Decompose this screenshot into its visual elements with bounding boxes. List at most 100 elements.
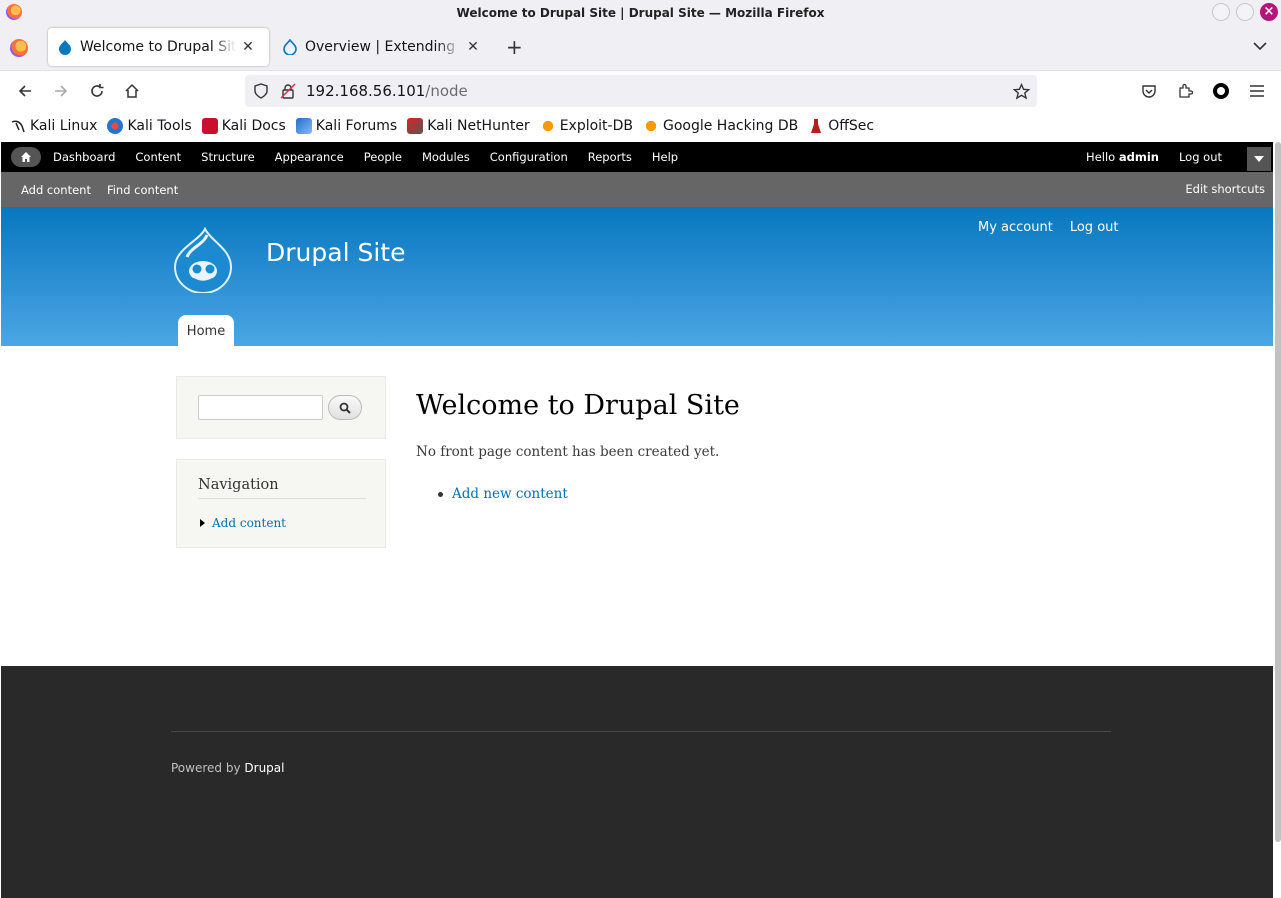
admin-menu-dashboard[interactable]: Dashboard: [53, 150, 115, 164]
url-bar[interactable]: 192.168.56.101/node: [245, 75, 1037, 107]
tab-label: Welcome to Drupal Site | Drupal Site: [80, 39, 236, 55]
bookmark-kali-docs[interactable]: Kali Docs: [201, 118, 286, 134]
bookmark-label: Kali NetHunter: [427, 118, 530, 134]
navigation-divider: [198, 498, 366, 499]
bookmark-kali-nethunter[interactable]: Kali NetHunter: [407, 118, 530, 134]
admin-menu-appearance[interactable]: Appearance: [275, 150, 344, 164]
offsec-icon: [811, 119, 822, 133]
tab-strip: Welcome to Drupal Site | Drupal Site ✕ O…: [0, 25, 1281, 70]
search-button[interactable]: [328, 395, 362, 420]
bookmark-star-icon[interactable]: [1013, 82, 1030, 100]
drupal-favicon-icon: [283, 39, 297, 55]
shortcut-find-content[interactable]: Find content: [107, 183, 178, 197]
powered-by: Powered by Drupal: [171, 761, 284, 775]
page-viewport: Dashboard Content Structure Appearance P…: [1, 142, 1273, 898]
bookmark-label: Kali Forums: [315, 118, 398, 134]
admin-menu-reports[interactable]: Reports: [588, 150, 632, 164]
window-title: Welcome to Drupal Site | Drupal Site — M…: [456, 5, 825, 20]
minimize-button[interactable]: [1212, 3, 1230, 21]
admin-home-icon[interactable]: [11, 147, 41, 167]
shield-icon[interactable]: [253, 83, 269, 99]
url-text[interactable]: 192.168.56.101/node: [306, 82, 468, 100]
admin-menu-structure[interactable]: Structure: [201, 150, 255, 164]
search-input[interactable]: [198, 395, 323, 420]
powered-by-label: Powered by: [171, 761, 241, 775]
navigation-block: Navigation Add content: [176, 459, 386, 548]
bullet: [438, 491, 443, 497]
forward-icon[interactable]: [51, 81, 71, 101]
home-icon[interactable]: [122, 81, 142, 101]
shortcut-add-content[interactable]: Add content: [21, 183, 91, 197]
my-account-link[interactable]: My account: [978, 220, 1053, 235]
site-footer: Powered by Drupal: [1, 666, 1273, 898]
window-titlebar: Welcome to Drupal Site | Drupal Site — M…: [0, 0, 1281, 25]
ghdb-icon: [642, 118, 659, 134]
add-new-content-item[interactable]: Add new content: [438, 486, 568, 502]
footer-divider: [171, 731, 1111, 732]
site-name[interactable]: Drupal Site: [266, 238, 405, 267]
account-icon[interactable]: [1211, 81, 1231, 101]
site-header: Drupal Site My account Log out Home: [1, 207, 1273, 347]
page-title: Welcome to Drupal Site: [416, 390, 740, 421]
nav-item-label: Add content: [212, 516, 286, 530]
admin-menu-modules[interactable]: Modules: [422, 150, 470, 164]
pocket-icon[interactable]: [1139, 81, 1159, 101]
kali-docs-icon: [201, 118, 218, 134]
bookmark-kali-tools[interactable]: Kali Tools: [107, 118, 192, 134]
bookmark-google-hacking-db[interactable]: Google Hacking DB: [642, 118, 799, 134]
bookmark-label: OffSec: [828, 118, 875, 134]
navigation-toolbar: 192.168.56.101/node: [0, 70, 1281, 110]
drupal-logo-icon[interactable]: [173, 227, 233, 293]
main-menu-home-tab[interactable]: Home: [178, 315, 234, 347]
site-logout-link[interactable]: Log out: [1070, 220, 1119, 235]
add-new-content-link[interactable]: Add new content: [452, 486, 568, 502]
list-all-tabs-icon[interactable]: [1253, 41, 1267, 51]
page-scrollbar[interactable]: [1275, 142, 1281, 842]
back-icon[interactable]: [15, 81, 35, 101]
admin-menu-content[interactable]: Content: [135, 150, 181, 164]
admin-logout-link[interactable]: Log out: [1179, 150, 1222, 164]
navigation-title: Navigation: [198, 477, 279, 493]
close-window-button[interactable]: ×: [1260, 3, 1278, 21]
maximize-button[interactable]: [1236, 3, 1254, 21]
tab-drupal-wiki[interactable]: Overview | Extending Drupal | Drupal Wik…: [273, 28, 487, 66]
drupal-link[interactable]: Drupal: [244, 761, 284, 775]
bookmark-label: Exploit-DB: [559, 118, 633, 134]
edit-shortcuts-link[interactable]: Edit shortcuts: [1185, 182, 1265, 196]
bookmark-label: Kali Linux: [30, 118, 98, 134]
bookmark-kali-forums[interactable]: Kali Forums: [295, 118, 398, 134]
shortcuts-bar: Add content Find content Edit shortcuts: [1, 172, 1273, 207]
tab-label: Overview | Extending Drupal | Drupal Wik…: [305, 39, 461, 55]
bookmark-kali-linux[interactable]: Kali Linux: [10, 118, 97, 134]
reload-icon[interactable]: [87, 81, 107, 101]
nethunter-icon: [407, 118, 424, 134]
search-icon: [339, 402, 351, 414]
hello-user: Hello admin: [1066, 150, 1159, 164]
extensions-icon[interactable]: [1175, 81, 1195, 101]
admin-user-area: Hello admin Log out: [1046, 150, 1222, 164]
app-menu-icon[interactable]: [1247, 81, 1267, 101]
bookmark-label: Google Hacking DB: [662, 118, 799, 134]
nav-item-add-content[interactable]: Add content: [200, 516, 286, 530]
kali-tools-icon: [107, 118, 124, 134]
tab-drupal-site[interactable]: Welcome to Drupal Site | Drupal Site ✕: [48, 28, 269, 66]
close-tab-icon[interactable]: ✕: [465, 39, 481, 55]
user-name[interactable]: admin: [1119, 150, 1159, 164]
insecure-lock-icon[interactable]: [280, 83, 296, 99]
url-path: /node: [425, 82, 468, 100]
admin-menu-people[interactable]: People: [364, 150, 402, 164]
shortcuts-drawer-toggle[interactable]: [1247, 147, 1271, 171]
firefox-view-icon[interactable]: [10, 39, 28, 57]
kali-dragon-icon: [11, 120, 25, 133]
close-tab-icon[interactable]: ✕: [240, 39, 256, 55]
bookmark-offsec[interactable]: OffSec: [808, 118, 874, 134]
admin-toolbar: Dashboard Content Structure Appearance P…: [1, 142, 1273, 172]
bookmarks-toolbar: Kali Linux Kali Tools Kali Docs Kali For…: [0, 110, 1281, 142]
bookmark-exploit-db[interactable]: Exploit-DB: [539, 118, 633, 134]
kali-forums-icon: [295, 118, 312, 134]
admin-menu-help[interactable]: Help: [652, 150, 678, 164]
bookmark-label: Kali Docs: [221, 118, 286, 134]
admin-menu-configuration[interactable]: Configuration: [490, 150, 568, 164]
user-menu: My account Log out: [978, 220, 1136, 235]
new-tab-icon[interactable]: +: [506, 37, 523, 57]
